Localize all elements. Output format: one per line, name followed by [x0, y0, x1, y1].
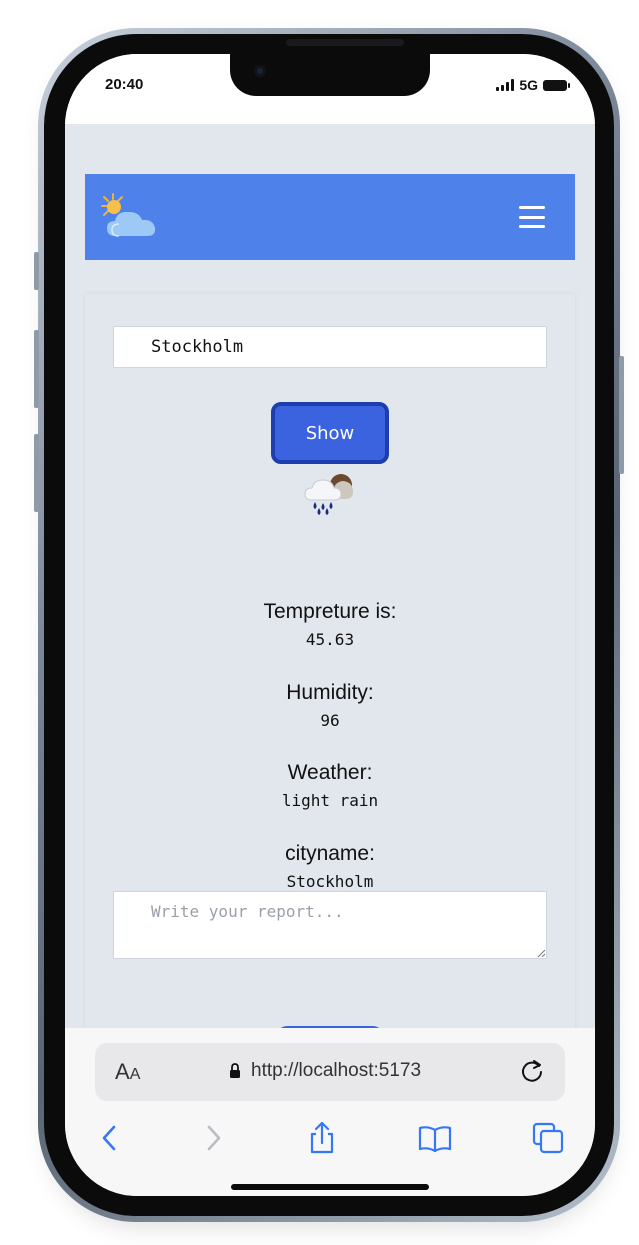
- status-time: 20:40: [105, 76, 144, 93]
- show-button[interactable]: Show: [271, 402, 389, 464]
- lock-icon: [230, 1063, 240, 1078]
- rain-cloud-icon: [304, 474, 353, 515]
- text-size-large: A: [115, 1059, 130, 1084]
- reload-icon[interactable]: [519, 1058, 545, 1084]
- front-camera: [254, 65, 266, 77]
- weather-value: light rain: [281, 791, 379, 810]
- temperature-value: 45.63: [305, 630, 355, 649]
- volume-down-button: [34, 434, 39, 512]
- humidity-label: Humidity:: [286, 681, 374, 704]
- notch: [230, 54, 430, 96]
- network-type: 5G: [519, 77, 538, 93]
- text-size-small: A: [129, 1066, 141, 1083]
- weather-card: Show Tempreture is: 45.63 Humidity: 96 W…: [85, 294, 575, 1056]
- speaker-grille: [286, 39, 404, 46]
- resize-grip-icon[interactable]: [537, 949, 545, 957]
- forward-icon[interactable]: [196, 1121, 230, 1155]
- share-icon[interactable]: [305, 1121, 339, 1155]
- report-textarea[interactable]: [113, 891, 547, 959]
- navbar: [85, 174, 575, 260]
- safari-toolbar: AA http://localhost:5173: [65, 1028, 595, 1196]
- tabs-icon[interactable]: [531, 1121, 565, 1155]
- temperature-label: Tempreture is:: [263, 600, 397, 623]
- volume-up-button: [34, 330, 39, 408]
- status-indicators: 5G: [496, 77, 570, 93]
- signal-icon: [496, 79, 515, 91]
- battery-icon: [543, 79, 570, 91]
- action-button: [34, 252, 39, 290]
- sun-behind-cloud-icon[interactable]: [99, 192, 159, 242]
- phone-screen: 20:40 5G Show: [65, 54, 595, 1196]
- power-button: [619, 356, 624, 474]
- address-bar[interactable]: AA http://localhost:5173: [95, 1043, 565, 1101]
- bookmarks-icon[interactable]: [418, 1121, 452, 1155]
- url-text: http://localhost:5173: [251, 1060, 422, 1081]
- home-indicator: [231, 1184, 429, 1190]
- cityname-value: Stockholm: [286, 872, 374, 891]
- cityname-label: cityname:: [285, 842, 375, 865]
- humidity-value: 96: [320, 711, 340, 730]
- weather-label: Weather:: [287, 761, 373, 784]
- back-icon[interactable]: [93, 1121, 127, 1155]
- city-input[interactable]: [113, 326, 547, 368]
- text-size-button[interactable]: AA: [115, 1059, 140, 1085]
- hamburger-menu-icon[interactable]: [519, 206, 545, 228]
